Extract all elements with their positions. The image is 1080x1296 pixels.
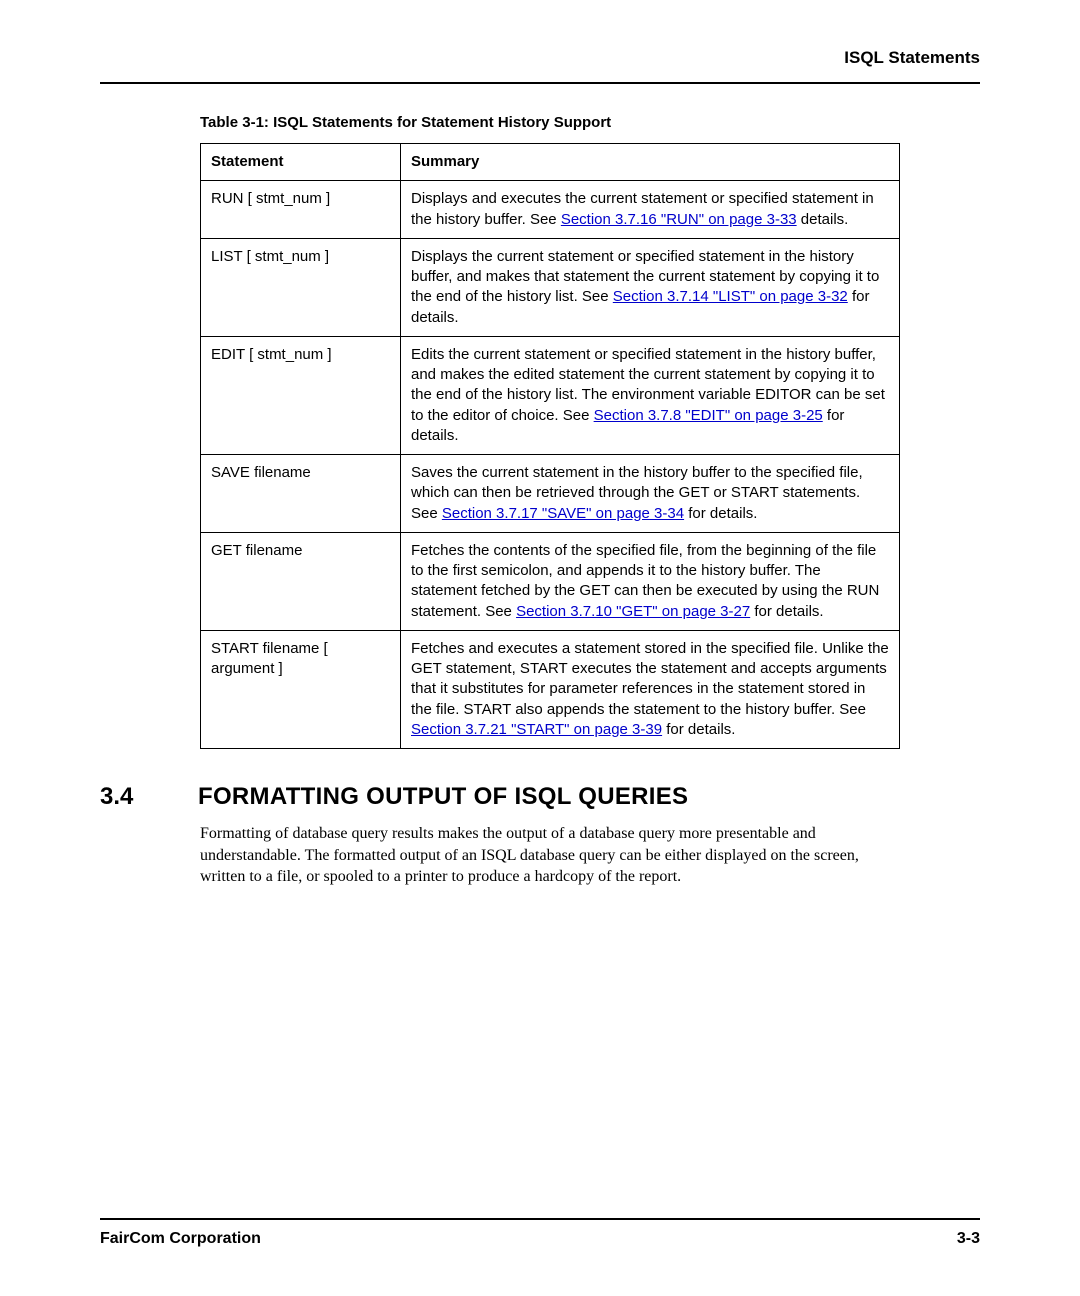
statement-cell: GET filename [201,532,401,630]
table-row: EDIT [ stmt_num ] Edits the current stat… [201,336,900,454]
summary-cell: Displays the current statement or specif… [401,238,900,336]
xref-link[interactable]: Section 3.7.21 "START" on page 3-39 [411,721,662,738]
page-header-label: ISQL Statements [100,48,980,68]
xref-link[interactable]: Section 3.7.10 "GET" on page 3-27 [516,603,750,620]
footer-rule [100,1218,980,1220]
table-row: START filename [ argument ] Fetches and … [201,630,900,748]
summary-cell: Saves the current statement in the histo… [401,455,900,533]
summary-cell: Displays and executes the current statem… [401,181,900,239]
isql-statements-table: Statement Summary RUN [ stmt_num ] Displ… [200,143,900,749]
xref-link[interactable]: Section 3.7.16 "RUN" on page 3-33 [561,211,797,228]
section-number: 3.4 [100,783,164,811]
table-row: RUN [ stmt_num ] Displays and executes t… [201,181,900,239]
statement-cell: START filename [ argument ] [201,630,401,748]
header-rule [100,82,980,84]
section-title: FORMATTING OUTPUT OF ISQL QUERIES [198,783,688,811]
statement-cell: EDIT [ stmt_num ] [201,336,401,454]
footer-page-number: 3-3 [957,1230,980,1248]
statement-cell: SAVE filename [201,455,401,533]
table-row: LIST [ stmt_num ] Displays the current s… [201,238,900,336]
xref-link[interactable]: Section 3.7.14 "LIST" on page 3-32 [613,288,848,305]
summary-cell: Fetches the contents of the specified fi… [401,532,900,630]
summary-text-post: for details. [684,505,757,522]
xref-link[interactable]: Section 3.7.8 "EDIT" on page 3-25 [594,407,823,424]
summary-text-post: for details. [750,603,823,620]
footer-company: FairCom Corporation [100,1230,261,1248]
section-body: Formatting of database query results mak… [200,823,900,888]
table-header-row: Statement Summary [201,144,900,181]
table-caption: Table 3-1: ISQL Statements for Statement… [200,114,980,131]
statement-cell: LIST [ stmt_num ] [201,238,401,336]
col-header-summary: Summary [401,144,900,181]
xref-link[interactable]: Section 3.7.17 "SAVE" on page 3-34 [442,505,684,522]
table-row: SAVE filename Saves the current statemen… [201,455,900,533]
table-row: GET filename Fetches the contents of the… [201,532,900,630]
col-header-statement: Statement [201,144,401,181]
summary-text: Fetches and executes a statement stored … [411,640,889,718]
summary-text-post: for details. [662,721,735,738]
summary-cell: Fetches and executes a statement stored … [401,630,900,748]
summary-text-post: details. [797,211,849,228]
summary-cell: Edits the current statement or specified… [401,336,900,454]
statement-cell: RUN [ stmt_num ] [201,181,401,239]
